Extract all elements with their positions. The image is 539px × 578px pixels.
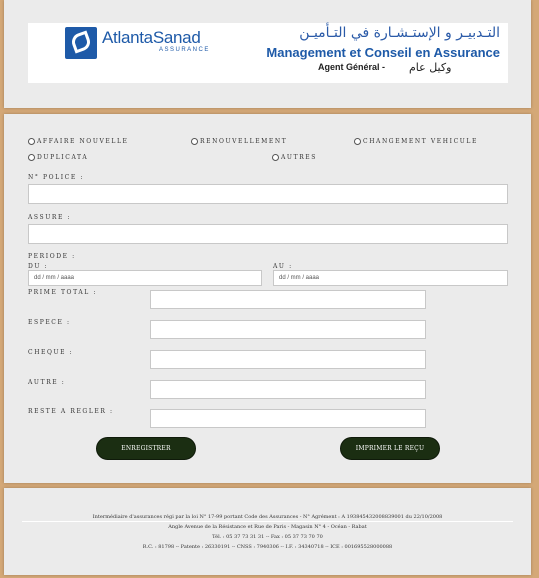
radio-label: RENOUVELLEMENT xyxy=(200,138,288,145)
company-title-french: Management et Conseil en Assurance xyxy=(266,45,500,60)
radio-label: AUTRES xyxy=(281,154,317,161)
footer-registration-line: R.C. : 81798 -- Patente : 26330191 -- CN… xyxy=(142,544,393,550)
radio-label: DUPLICATA xyxy=(37,154,89,161)
assure-label: ASSURE : xyxy=(28,214,72,221)
radio-circle-icon[interactable] xyxy=(191,138,198,145)
company-title-arabic: التـدبيـر و الإستـشـارة في التـأميـن xyxy=(299,25,500,41)
footer-panel: Intermédiaire d'assurances régi par la l… xyxy=(4,488,531,575)
footer-divider xyxy=(22,521,513,522)
header-panel: AtlantaSanad ASSURANCE التـدبيـر و الإست… xyxy=(4,0,531,108)
police-input[interactable] xyxy=(28,184,508,204)
prime-total-label: PRIME TOTAL : xyxy=(28,289,97,296)
agent-general-label: Agent Général - xyxy=(318,62,386,72)
du-label: DU : xyxy=(28,263,49,270)
footer-address-line: Angle Avenue de la Résistance et Rue de … xyxy=(168,524,367,530)
radio-circle-icon[interactable] xyxy=(28,154,35,161)
agent-general-arabic: وكيل عام xyxy=(409,61,452,74)
radio-label: AFFAIRE NOUVELLE xyxy=(37,138,129,145)
atlantasanad-logo-icon xyxy=(65,27,97,59)
cheque-label: CHEQUE : xyxy=(28,349,74,356)
radio-circle-icon[interactable] xyxy=(354,138,361,145)
radio-duplicata[interactable]: DUPLICATA xyxy=(28,154,88,161)
enregistrer-button[interactable]: ENREGISTRER xyxy=(96,437,196,460)
reste-input[interactable] xyxy=(150,409,426,428)
radio-renouvellement[interactable]: RENOUVELLEMENT xyxy=(191,138,287,145)
autre-label: AUTRE : xyxy=(28,379,66,386)
footer-legal-line: Intermédiaire d'assurances régi par la l… xyxy=(92,514,443,520)
autre-input[interactable] xyxy=(150,380,426,399)
espece-input[interactable] xyxy=(150,320,426,339)
logo-name: AtlantaSanad xyxy=(102,28,201,47)
prime-total-input[interactable] xyxy=(150,290,426,309)
radio-label: CHANGEMENT VEHICULE xyxy=(363,138,478,145)
radio-autres[interactable]: AUTRES xyxy=(272,154,317,161)
imprimer-recu-button[interactable]: IMPRIMER LE REÇU xyxy=(340,437,440,460)
company-banner: AtlantaSanad ASSURANCE التـدبيـر و الإست… xyxy=(28,23,508,83)
date-du-input[interactable]: dd / mm / aaaa xyxy=(28,270,262,286)
radio-circle-icon[interactable] xyxy=(28,138,35,145)
radio-changement-vehicule[interactable]: CHANGEMENT VEHICULE xyxy=(354,138,478,145)
assure-input[interactable] xyxy=(28,224,508,244)
footer-phone-line: Tél. : 05 37 73 31 31 -- Fax : 05 37 73 … xyxy=(212,534,323,540)
radio-circle-icon[interactable] xyxy=(272,154,279,161)
date-au-input[interactable]: dd / mm / aaaa xyxy=(273,270,508,286)
reste-label: RESTE A REGLER : xyxy=(28,408,114,415)
logo-subtitle: ASSURANCE xyxy=(159,47,210,53)
cheque-input[interactable] xyxy=(150,350,426,369)
police-label: N° POLICE : xyxy=(28,174,84,181)
periode-label: PERIODE : xyxy=(28,253,76,260)
espece-label: ESPECE : xyxy=(28,319,71,326)
au-label: AU : xyxy=(273,263,293,270)
radio-affaire-nouvelle[interactable]: AFFAIRE NOUVELLE xyxy=(28,138,129,145)
form-panel: AFFAIRE NOUVELLE RENOUVELLEMENT CHANGEME… xyxy=(4,114,531,483)
